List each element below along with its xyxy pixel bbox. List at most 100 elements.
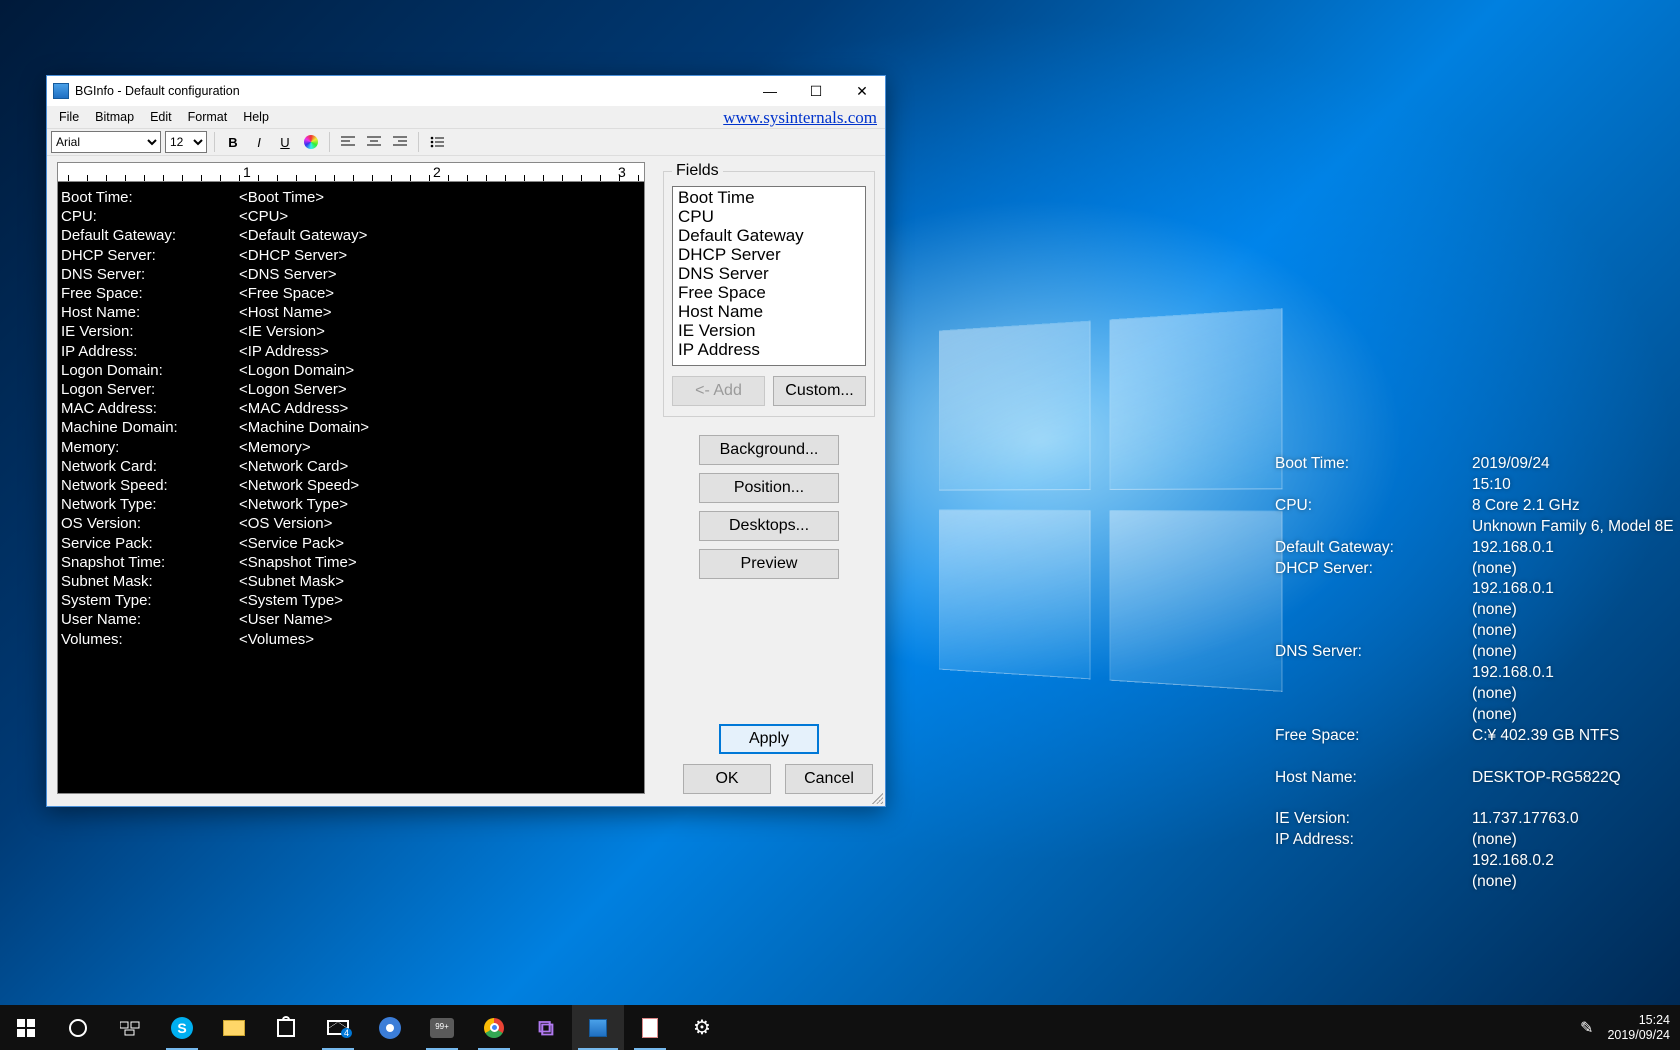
- editor-row: Logon Domain:<Logon Domain>: [61, 361, 641, 380]
- clock-time: 15:24: [1607, 1013, 1670, 1028]
- taskbar-app-chrome[interactable]: [468, 1005, 520, 1050]
- start-button[interactable]: [0, 1005, 52, 1050]
- cancel-button[interactable]: Cancel: [785, 764, 873, 794]
- maximize-button[interactable]: ☐: [793, 76, 839, 106]
- minimize-button[interactable]: —: [747, 76, 793, 106]
- align-right-button[interactable]: [389, 131, 411, 153]
- desktop-info-values: 2019/09/2415:108 Core 2.1 GHzUnknown Fam…: [1472, 454, 1652, 893]
- fields-list[interactable]: Boot TimeCPUDefault GatewayDHCP ServerDN…: [672, 186, 866, 366]
- editor-row: Service Pack:<Service Pack>: [61, 534, 641, 553]
- windows-logo: [939, 308, 1283, 692]
- close-button[interactable]: ✕: [839, 76, 885, 106]
- taskbar-app-camera[interactable]: [364, 1005, 416, 1050]
- search-icon: [69, 1019, 87, 1037]
- editor-row: DNS Server:<DNS Server>: [61, 265, 641, 284]
- align-center-icon: [367, 136, 381, 148]
- desktops-button[interactable]: Desktops...: [699, 511, 839, 541]
- clock[interactable]: 15:24 2019/09/24: [1607, 1013, 1670, 1043]
- editor-row: Memory:<Memory>: [61, 438, 641, 457]
- window-title: BGInfo - Default configuration: [75, 84, 240, 98]
- windows-icon: [17, 1019, 35, 1037]
- task-view-icon: [120, 1020, 140, 1036]
- italic-button[interactable]: I: [248, 131, 270, 153]
- taskbar-app-bginfo[interactable]: [572, 1005, 624, 1050]
- system-tray[interactable]: ✎ 15:24 2019/09/24: [1570, 1005, 1680, 1050]
- sysinternals-link[interactable]: www.sysinternals.com: [723, 108, 877, 128]
- taskbar-app-other1[interactable]: [624, 1005, 676, 1050]
- field-item[interactable]: Free Space: [674, 283, 864, 302]
- apply-button[interactable]: Apply: [719, 724, 819, 754]
- menu-edit[interactable]: Edit: [142, 108, 180, 126]
- search-button[interactable]: [52, 1005, 104, 1050]
- taskbar: S 4 99+ ⧉ ⚙ ✎ 15:24 2019/09/24: [0, 1005, 1680, 1050]
- fields-legend: Fields: [672, 162, 723, 180]
- ok-button[interactable]: OK: [683, 764, 771, 794]
- bullets-button[interactable]: [426, 131, 448, 153]
- palette-icon: [304, 135, 318, 149]
- task-view-button[interactable]: [104, 1005, 156, 1050]
- align-left-button[interactable]: [337, 131, 359, 153]
- editor-row: Snapshot Time:<Snapshot Time>: [61, 553, 641, 572]
- lingoes-icon: 99+: [430, 1018, 454, 1038]
- visual-studio-icon: ⧉: [538, 1015, 554, 1041]
- field-item[interactable]: DNS Server: [674, 264, 864, 283]
- editor-row: Network Speed:<Network Speed>: [61, 476, 641, 495]
- camera-icon: [379, 1017, 401, 1039]
- add-button[interactable]: <- Add: [672, 376, 765, 406]
- color-button[interactable]: [300, 131, 322, 153]
- pen-icon[interactable]: ✎: [1580, 1018, 1593, 1038]
- menu-format[interactable]: Format: [180, 108, 236, 126]
- editor-row: Machine Domain:<Machine Domain>: [61, 418, 641, 437]
- editor-row: IE Version:<IE Version>: [61, 322, 641, 341]
- editor-row: MAC Address:<MAC Address>: [61, 399, 641, 418]
- taskbar-app-mail[interactable]: 4: [312, 1005, 364, 1050]
- taskbar-app-lingoes[interactable]: 99+: [416, 1005, 468, 1050]
- field-item[interactable]: Host Name: [674, 302, 864, 321]
- align-center-button[interactable]: [363, 131, 385, 153]
- bginfo-window: BGInfo - Default configuration — ☐ ✕ Fil…: [46, 75, 886, 807]
- taskbar-app-explorer[interactable]: [208, 1005, 260, 1050]
- editor-row: OS Version:<OS Version>: [61, 514, 641, 533]
- taskbar-app-settings[interactable]: ⚙: [676, 1005, 728, 1050]
- field-item[interactable]: CPU: [674, 207, 864, 226]
- store-icon: [277, 1019, 295, 1037]
- editor-row: Boot Time:<Boot Time>: [61, 188, 641, 207]
- taskbar-app-vs[interactable]: ⧉: [520, 1005, 572, 1050]
- field-item[interactable]: Default Gateway: [674, 226, 864, 245]
- preview-button[interactable]: Preview: [699, 549, 839, 579]
- fields-group: Fields Boot TimeCPUDefault GatewayDHCP S…: [663, 162, 875, 417]
- gear-icon: ⚙: [693, 1015, 711, 1040]
- field-item[interactable]: IP Address: [674, 340, 864, 359]
- editor-row: Default Gateway:<Default Gateway>: [61, 226, 641, 245]
- chrome-icon: [484, 1018, 504, 1038]
- menu-file[interactable]: File: [51, 108, 87, 126]
- editor-row: Host Name:<Host Name>: [61, 303, 641, 322]
- position-button[interactable]: Position...: [699, 473, 839, 503]
- titlebar[interactable]: BGInfo - Default configuration — ☐ ✕: [47, 76, 885, 106]
- custom-button[interactable]: Custom...: [773, 376, 866, 406]
- editor-row: User Name:<User Name>: [61, 610, 641, 629]
- folder-icon: [223, 1020, 245, 1036]
- bold-button[interactable]: B: [222, 131, 244, 153]
- underline-button[interactable]: U: [274, 131, 296, 153]
- menu-help[interactable]: Help: [235, 108, 277, 126]
- mail-icon: 4: [327, 1020, 349, 1035]
- app-icon: [53, 83, 69, 99]
- editor-row: CPU:<CPU>: [61, 207, 641, 226]
- editor-row: IP Address:<IP Address>: [61, 342, 641, 361]
- editor-row: DHCP Server:<DHCP Server>: [61, 246, 641, 265]
- format-toolbar: Arial 12 B I U: [47, 128, 885, 156]
- menu-bitmap[interactable]: Bitmap: [87, 108, 142, 126]
- taskbar-app-store[interactable]: [260, 1005, 312, 1050]
- background-button[interactable]: Background...: [699, 435, 839, 465]
- resize-grip[interactable]: [869, 790, 883, 804]
- field-item[interactable]: Boot Time: [674, 188, 864, 207]
- editor-row: Volumes:<Volumes>: [61, 630, 641, 649]
- size-select[interactable]: 12: [165, 131, 207, 153]
- skype-icon: S: [171, 1017, 193, 1039]
- field-item[interactable]: DHCP Server: [674, 245, 864, 264]
- template-editor[interactable]: Boot Time:<Boot Time>CPU:<CPU>Default Ga…: [57, 182, 645, 794]
- font-select[interactable]: Arial: [51, 131, 161, 153]
- taskbar-app-skype[interactable]: S: [156, 1005, 208, 1050]
- field-item[interactable]: IE Version: [674, 321, 864, 340]
